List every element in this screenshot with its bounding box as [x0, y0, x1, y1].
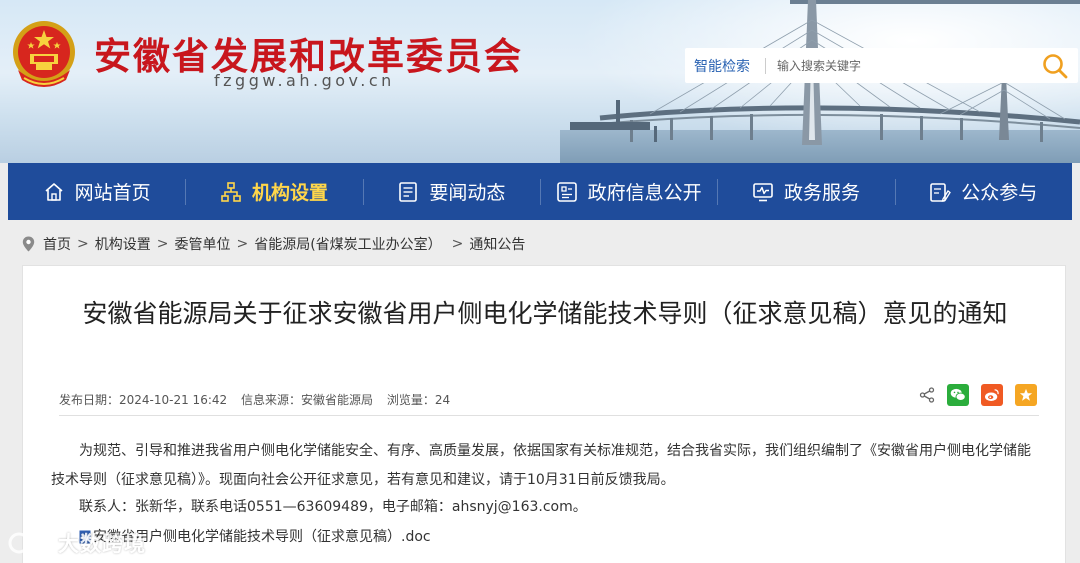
breadcrumb-energy-bureau[interactable]: 省能源局(省煤炭工业办公室）	[254, 234, 441, 254]
breadcrumb: 首页 > 机构设置 > 委管单位 > 省能源局(省煤炭工业办公室） > 通知公告	[22, 233, 525, 255]
breadcrumb-affiliated-units[interactable]: 委管单位	[174, 234, 230, 254]
search-type-label[interactable]: 智能检索	[685, 56, 759, 76]
nav-item-home[interactable]: 网站首页	[8, 163, 185, 220]
breadcrumb-organization[interactable]: 机构设置	[95, 234, 151, 254]
site-domain: fzggw.ah.gov.cn	[214, 71, 395, 90]
service-monitor-icon	[753, 182, 773, 201]
nav-item-services[interactable]: 政务服务	[717, 163, 894, 220]
news-icon	[399, 181, 418, 202]
search-icon[interactable]	[1041, 52, 1069, 80]
body-paragraph: 为规范、引导和推进我省用户侧电化学储能安全、有序、高质量发展，依据国家有关标准规…	[51, 443, 1031, 488]
star-icon	[1019, 388, 1033, 401]
breadcrumb-separator: >	[77, 236, 89, 252]
breadcrumb-separator: >	[451, 236, 464, 252]
wechat-glyph-icon	[950, 388, 966, 401]
search-box: 智能检索	[685, 48, 1078, 83]
article-title: 安徽省能源局关于征求安徽省用户侧电化学储能技术导则（征求意见稿）意见的通知	[82, 299, 1008, 328]
participation-icon	[930, 182, 952, 202]
nav-item-info-disclosure[interactable]: 政府信息公开	[539, 163, 717, 220]
contact-line: 联系人：张新华，联系电话0551—63609489，电子邮箱：ahsnyj@16…	[79, 499, 587, 515]
breadcrumb-home[interactable]: 首页	[43, 234, 71, 254]
watermark-logo-icon	[8, 532, 51, 554]
national-emblem-icon	[13, 21, 75, 87]
header-banner: 安徽省发展和改革委员会 fzggw.ah.gov.cn 智能检索	[0, 0, 1080, 163]
breadcrumb-separator: >	[236, 236, 249, 252]
nav-label: 网站首页	[74, 182, 151, 204]
breadcrumb-notices[interactable]: 通知公告	[469, 234, 525, 254]
breadcrumb-separator: >	[156, 236, 169, 252]
share-bar	[919, 384, 1037, 406]
nav-label: 要闻动态	[429, 182, 506, 204]
search-input[interactable]	[777, 58, 1037, 73]
watermark: 大数跨境	[8, 528, 146, 558]
nav-item-news[interactable]: 要闻动态	[362, 163, 540, 220]
nav-label: 公众参与	[961, 182, 1038, 204]
org-chart-icon	[221, 181, 241, 202]
main-nav: 网站首页 机构设置 要闻动态 政府信息公开 政务服务 公众参与	[8, 163, 1072, 220]
nav-label: 政府信息公开	[587, 182, 702, 204]
nav-item-organization[interactable]: 机构设置	[185, 163, 362, 220]
info-disclosure-icon	[556, 181, 577, 202]
share-icon[interactable]	[919, 387, 935, 403]
wechat-icon[interactable]	[947, 384, 969, 406]
article-body: 为规范、引导和推进我省用户侧电化学储能安全、有序、高质量发展，依据国家有关标准规…	[51, 437, 1041, 495]
weibo-icon[interactable]	[981, 384, 1003, 406]
article-meta: 发布日期：2024-10-21 16:42 信息来源：安徽省能源局 浏览量：24	[59, 391, 460, 408]
home-icon	[45, 182, 63, 201]
nav-item-participation[interactable]: 公众参与	[894, 163, 1072, 220]
weibo-glyph-icon	[985, 389, 999, 401]
nav-label: 机构设置	[251, 182, 328, 204]
view-count: 浏览量：24	[386, 393, 451, 407]
article-panel: 安徽省能源局关于征求安徽省用户侧电化学储能技术导则（征求意见稿）意见的通知 发布…	[22, 265, 1066, 563]
meta-divider	[59, 415, 1039, 416]
info-source: 信息来源：安徽省能源局	[240, 393, 373, 407]
publish-date: 发布日期：2024-10-21 16:42	[59, 393, 228, 407]
location-pin-icon	[22, 236, 35, 252]
favorite-icon[interactable]	[1015, 384, 1037, 406]
watermark-text: 大数跨境	[58, 532, 146, 556]
nav-label: 政务服务	[783, 182, 860, 204]
search-divider	[765, 57, 766, 74]
